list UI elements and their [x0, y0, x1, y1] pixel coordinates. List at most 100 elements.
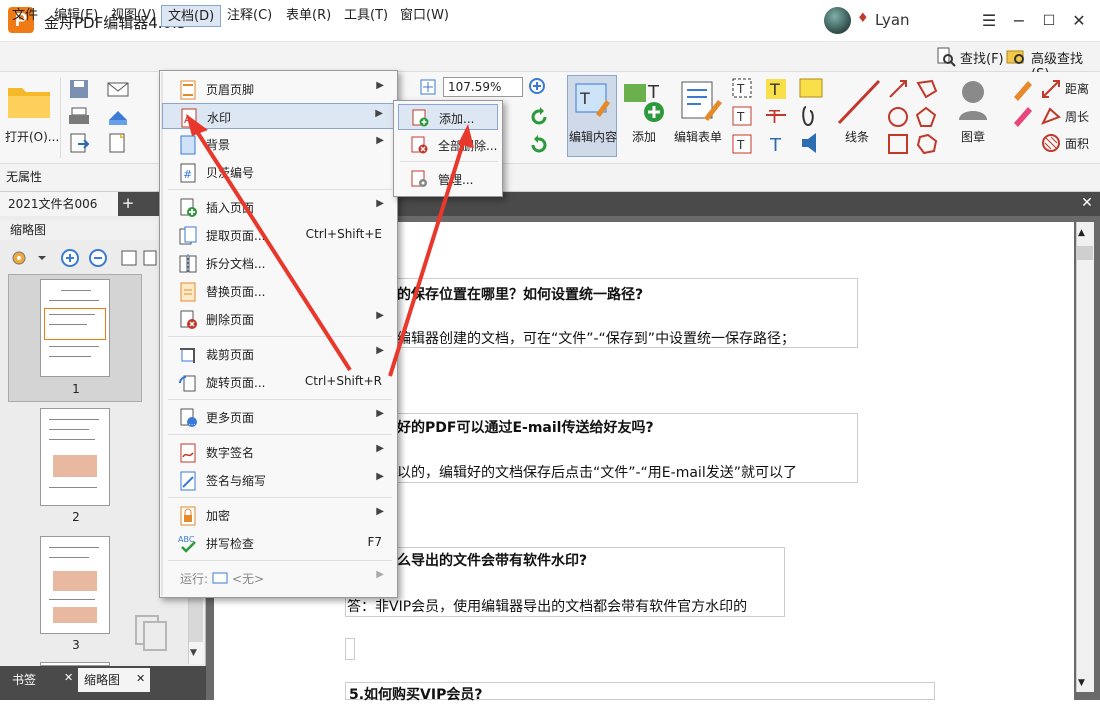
menu-item-rotate-pages[interactable]: 旋转页面... Ctrl+Shift+R — [162, 369, 394, 395]
document-tab[interactable]: 2021文件名006 — [0, 192, 118, 216]
scroll-down-arrow-icon[interactable]: ▼ — [1078, 678, 1085, 688]
menu-window[interactable]: 窗口(W) — [394, 5, 455, 27]
close-bookmarks-tab-icon[interactable]: ✕ — [64, 671, 73, 684]
print-icon[interactable] — [68, 106, 90, 128]
find-icon[interactable] — [936, 47, 956, 67]
submenu-item-remove-all[interactable]: 全部删除... — [398, 132, 498, 158]
replace-pages-icon — [180, 282, 196, 302]
scroll-down-arrow-icon[interactable]: ▼ — [190, 648, 197, 658]
shape-tools-icon[interactable] — [886, 77, 946, 157]
menu-icon[interactable]: ☰ — [976, 8, 1002, 34]
menu-item-bates-numbering[interactable]: # 贝茨编号 — [162, 159, 394, 185]
menu-item-label: 替换页面... — [206, 285, 266, 299]
edit-form-icon[interactable] — [678, 78, 724, 124]
user-name[interactable]: Lyan — [875, 11, 910, 29]
thumbnail-page-number: 2 — [72, 510, 80, 524]
page-thumbnail[interactable] — [40, 408, 110, 506]
submenu-arrow-icon: ▶ — [376, 408, 384, 419]
scroll-up-arrow-icon[interactable]: ▲ — [1078, 228, 1085, 238]
line-tool-icon[interactable] — [835, 77, 883, 127]
extract-pages-icon — [179, 226, 197, 245]
menu-item-background[interactable]: 背景 ▶ — [162, 131, 394, 157]
close-button[interactable]: ✕ — [1066, 8, 1092, 34]
menu-document[interactable]: 文档(D) — [161, 5, 222, 27]
scan-icon[interactable] — [106, 106, 130, 128]
close-document-button[interactable]: ✕ — [1078, 194, 1096, 212]
menu-item-delete-pages[interactable]: 删除页面 ▶ — [162, 306, 394, 332]
menu-comment[interactable]: 注释(C) — [221, 5, 278, 27]
export-icon[interactable] — [68, 132, 90, 154]
ribbon-divider — [60, 78, 61, 158]
advanced-find-icon[interactable] — [1006, 47, 1026, 67]
distance-label[interactable]: 距离 — [1065, 80, 1089, 97]
lines-label[interactable]: 线条 — [845, 128, 869, 145]
area-label[interactable]: 面积 — [1065, 135, 1089, 152]
thumbnail-zoom-in-icon[interactable] — [60, 248, 80, 268]
menu-item-shortcut: Ctrl+Shift+R — [304, 374, 382, 388]
document-scroll-thumb[interactable] — [1077, 246, 1093, 260]
rotate-ccw-icon[interactable] — [528, 106, 550, 128]
add-label[interactable]: 添加 — [632, 128, 656, 145]
menu-file[interactable]: 文件 — [6, 5, 44, 27]
edit-form-label[interactable]: 编辑表单 — [674, 128, 722, 145]
rotate-pages-icon — [179, 375, 196, 392]
menu-item-more-pages[interactable]: … 更多页面 ▶ — [162, 404, 394, 430]
menu-item-crop-pages[interactable]: 裁剪页面 ▶ — [162, 341, 394, 367]
add-image-text-icon[interactable]: T — [622, 78, 668, 124]
perimeter-icon[interactable] — [1040, 105, 1062, 127]
thumbnail-rotate-icon[interactable] — [120, 248, 160, 268]
menu-item-label: 裁剪页面 — [206, 348, 255, 362]
menu-form[interactable]: 表单(R) — [280, 5, 337, 27]
text-field-tools-icon[interactable]: TTT — [731, 77, 753, 157]
save-icon[interactable] — [68, 78, 90, 100]
document-scrollbar[interactable] — [1076, 222, 1094, 692]
menu-item-label: 删除页面 — [206, 313, 255, 327]
find-button[interactable]: 查找(F) — [960, 48, 1004, 67]
stamp-icon[interactable] — [951, 78, 995, 124]
submenu-item-add[interactable]: 添加... — [398, 104, 498, 130]
menu-view[interactable]: 视图(V) — [105, 5, 162, 27]
menu-item-shortcut: Ctrl+Shift+E — [305, 227, 382, 241]
answer-2: 以的，编辑好的文档保存后点击“文件”-“用E-mail发送”就可以了 — [397, 465, 797, 481]
avatar[interactable] — [824, 7, 851, 34]
open-folder-icon[interactable] — [6, 80, 52, 122]
maximize-button[interactable]: ☐ — [1036, 8, 1062, 34]
add-tab-button[interactable]: + — [120, 195, 136, 211]
page-thumbnail[interactable] — [40, 536, 110, 634]
perimeter-label[interactable]: 周长 — [1065, 108, 1089, 125]
menu-item-split-document[interactable]: 拆分文档... — [162, 250, 394, 276]
menu-item-spell-check[interactable]: ABC 拼写检查 F7 — [162, 530, 394, 556]
menu-item-sign-initials[interactable]: 签名与缩写 ▶ — [162, 467, 394, 493]
fit-page-icon[interactable] — [418, 77, 438, 97]
menu-item-header-footer[interactable]: 页眉页脚 ▶ — [162, 76, 394, 102]
close-thumbnails-tab-icon[interactable]: ✕ — [136, 672, 145, 685]
menu-item-digital-signature[interactable]: 数字签名 ▶ — [162, 439, 394, 465]
comment-tools-icon[interactable]: TTT — [764, 77, 824, 157]
menu-item-extract-pages[interactable]: 提取页面... Ctrl+Shift+E — [162, 222, 394, 248]
menu-tools[interactable]: 工具(T) — [338, 5, 394, 27]
open-button[interactable]: 打开(O)... — [5, 128, 59, 145]
menu-item-replace-pages[interactable]: 替换页面... — [162, 278, 394, 304]
stamp-label[interactable]: 图章 — [961, 128, 985, 145]
menu-item-watermark[interactable]: A 水印 ▶ — [162, 103, 394, 129]
area-icon[interactable] — [1040, 132, 1062, 154]
menu-item-insert-pages[interactable]: 插入页面 ▶ — [162, 194, 394, 220]
pencil-eraser-icon[interactable] — [1010, 77, 1034, 127]
menu-item-encrypt[interactable]: 加密 ▶ — [162, 502, 394, 528]
zoom-input[interactable]: 107.59% — [443, 77, 523, 97]
thumbnail-zoom-out-icon[interactable] — [88, 248, 108, 268]
minimize-button[interactable]: − — [1006, 8, 1032, 34]
svg-text:T: T — [647, 82, 660, 103]
email-icon[interactable] — [106, 78, 130, 100]
rotate-cw-icon[interactable] — [528, 134, 550, 156]
submenu-item-manage[interactable]: 管理... — [398, 166, 498, 192]
menu-edit[interactable]: 编辑(E) — [48, 5, 104, 27]
new-doc-icon[interactable] — [106, 132, 130, 154]
submenu-arrow-icon: ▶ — [376, 345, 384, 356]
thumbnail-options-icon[interactable] — [8, 246, 48, 270]
page-thumbnail[interactable] — [40, 279, 110, 377]
distance-icon[interactable] — [1040, 78, 1062, 100]
zoom-in-icon[interactable] — [528, 77, 550, 99]
svg-text:T: T — [769, 80, 780, 99]
empty-text-block[interactable] — [345, 638, 355, 660]
